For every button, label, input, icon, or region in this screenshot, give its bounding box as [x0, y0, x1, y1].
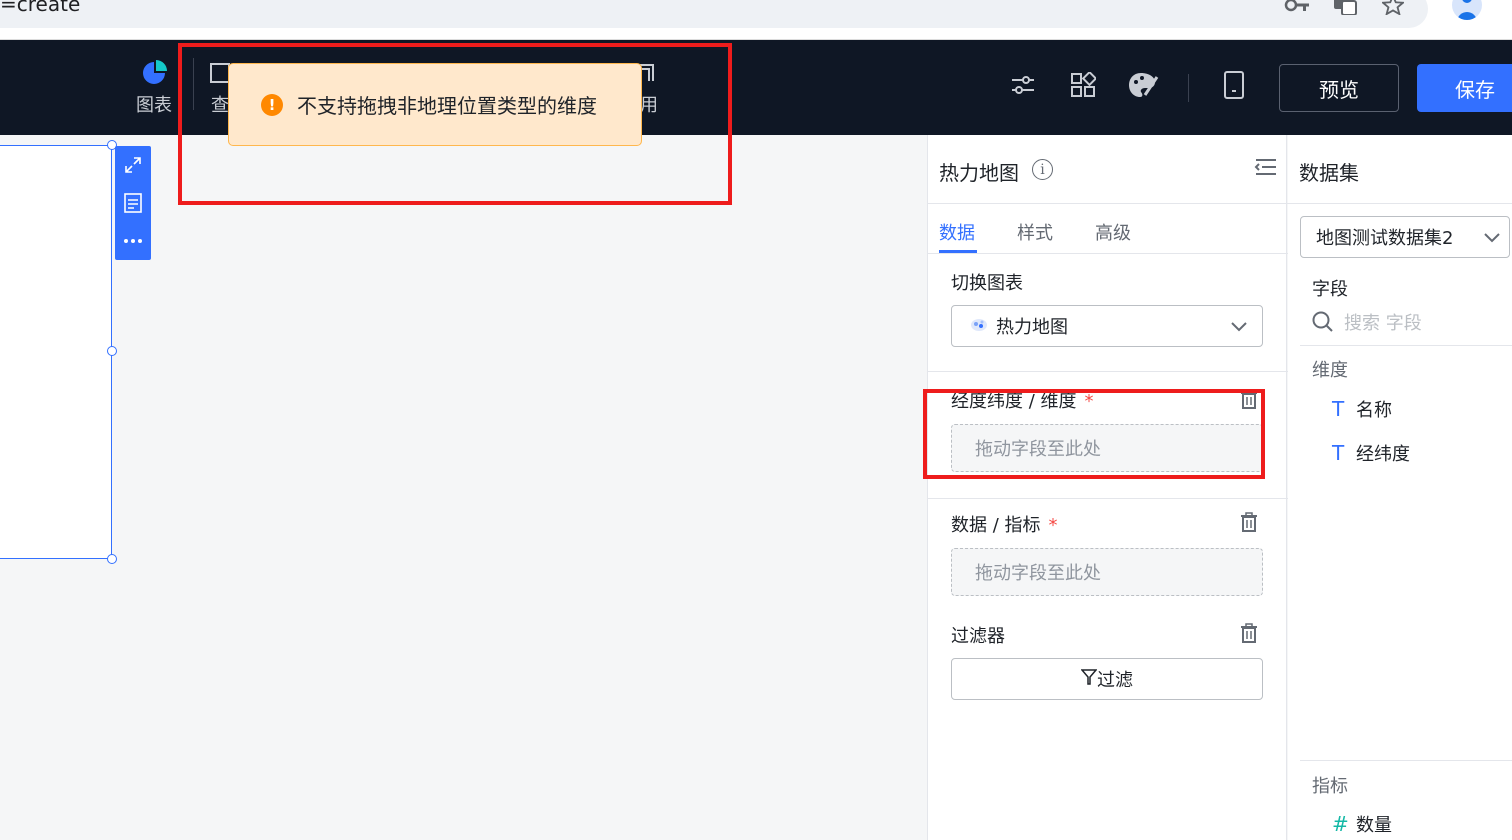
chart-widget[interactable] — [0, 145, 112, 559]
divider — [928, 253, 1288, 254]
toast-message: 不支持拖拽非地理位置类型的维度 — [297, 94, 597, 118]
switch-chart-label: 切换图表 — [951, 273, 1023, 294]
address-bar-text[interactable]: =create — [0, 0, 80, 16]
toolbar-chart[interactable]: 图表 — [129, 58, 179, 118]
detail-icon[interactable] — [115, 184, 151, 222]
trash-icon[interactable] — [1240, 623, 1258, 647]
trash-icon[interactable] — [1240, 389, 1258, 413]
field-name: 经纬度 — [1356, 444, 1410, 465]
divider — [928, 498, 1288, 499]
resize-handle[interactable] — [107, 346, 117, 356]
text-type-icon: T — [1332, 397, 1345, 421]
tab-style[interactable]: 样式 — [1017, 219, 1053, 245]
resize-handle[interactable] — [107, 554, 117, 564]
metric-label: 数据 / 指标 * — [951, 515, 1058, 536]
toolbar-divider — [1188, 74, 1189, 102]
warning-toast: ! 不支持拖拽非地理位置类型的维度 — [228, 63, 642, 146]
chart-config-panel: 热力地图 i 数据 样式 高级 切换图表 热力地图 经度纬度 / 维度 * 拖动字… — [927, 135, 1288, 840]
geo-dimension-label: 经度纬度 / 维度 * — [951, 391, 1094, 412]
preview-button[interactable]: 预览 — [1279, 64, 1399, 112]
dataset-title: 数据集 — [1299, 161, 1359, 185]
dimension-field[interactable]: T 名称 — [1332, 396, 1392, 422]
chart-type-select[interactable]: 热力地图 — [951, 305, 1263, 347]
toolbar-divider — [193, 58, 194, 110]
metric-field[interactable]: # 数量 — [1332, 811, 1392, 837]
translate-icon[interactable] — [1332, 0, 1358, 16]
toolbar-chart-label: 图表 — [136, 95, 172, 116]
dataset-select-value: 地图测试数据集2 — [1316, 228, 1454, 249]
tab-advanced[interactable]: 高级 — [1095, 219, 1131, 245]
text-type-icon: T — [1332, 441, 1345, 465]
chart-type-title: 热力地图 — [939, 161, 1019, 185]
geo-dimension-dropzone[interactable]: 拖动字段至此处 — [951, 424, 1263, 472]
dataset-panel: 数据集 地图测试数据集2 字段 搜索 字段 维度 T 名称 T 经纬度 指标 #… — [1288, 135, 1512, 840]
profile-avatar[interactable] — [1452, 0, 1482, 20]
field-name: 数量 — [1356, 815, 1392, 836]
dashboard-canvas[interactable] — [0, 135, 927, 840]
collapse-icon[interactable] — [1254, 157, 1278, 181]
heatmap-icon — [970, 317, 988, 336]
tab-data[interactable]: 数据 — [939, 219, 975, 245]
search-icon — [1312, 311, 1333, 332]
search-placeholder: 搜索 字段 — [1344, 313, 1422, 334]
star-icon[interactable] — [1380, 0, 1406, 16]
pie-chart-icon — [129, 58, 179, 88]
expand-icon[interactable] — [115, 146, 151, 184]
editor-toolbar: 图表 查 用 预览 保存 — [0, 40, 1512, 135]
chevron-down-icon — [1230, 318, 1248, 338]
metrics-label: 指标 — [1312, 776, 1348, 797]
filter-button-label: 过滤 — [1097, 670, 1133, 691]
layout-grid-icon[interactable] — [1066, 68, 1100, 102]
dimension-field[interactable]: T 经纬度 — [1332, 440, 1410, 466]
trash-icon[interactable] — [1240, 512, 1258, 536]
filter-label: 过滤器 — [951, 626, 1005, 647]
field-name: 名称 — [1356, 400, 1392, 421]
dimensions-label: 维度 — [1312, 360, 1348, 381]
more-icon[interactable] — [115, 222, 151, 260]
chart-type-value: 热力地图 — [996, 317, 1068, 338]
metric-dropzone[interactable]: 拖动字段至此处 — [951, 548, 1263, 596]
browser-bar: =create — [0, 0, 1512, 40]
field-search[interactable]: 搜索 字段 — [1312, 309, 1422, 335]
chevron-down-icon — [1483, 229, 1501, 250]
address-bar[interactable] — [0, 0, 1428, 28]
divider — [1300, 760, 1512, 761]
divider — [928, 371, 1288, 372]
save-button[interactable]: 保存 — [1417, 64, 1512, 112]
divider — [928, 203, 1288, 204]
dataset-select[interactable]: 地图测试数据集2 — [1300, 216, 1510, 258]
funnel-icon — [1080, 668, 1098, 690]
theme-palette-icon[interactable] — [1126, 68, 1160, 102]
filter-button[interactable]: 过滤 — [951, 658, 1263, 700]
info-icon[interactable]: i — [1032, 159, 1053, 180]
chart-widget-toolbar — [115, 146, 151, 260]
number-type-icon: # — [1332, 812, 1349, 836]
filter-settings-icon[interactable] — [1006, 68, 1040, 102]
key-icon[interactable] — [1284, 0, 1310, 16]
mobile-icon[interactable] — [1217, 68, 1251, 102]
divider — [1300, 345, 1512, 346]
fields-label: 字段 — [1312, 279, 1348, 300]
warning-icon: ! — [261, 93, 283, 116]
divider — [1288, 203, 1512, 204]
